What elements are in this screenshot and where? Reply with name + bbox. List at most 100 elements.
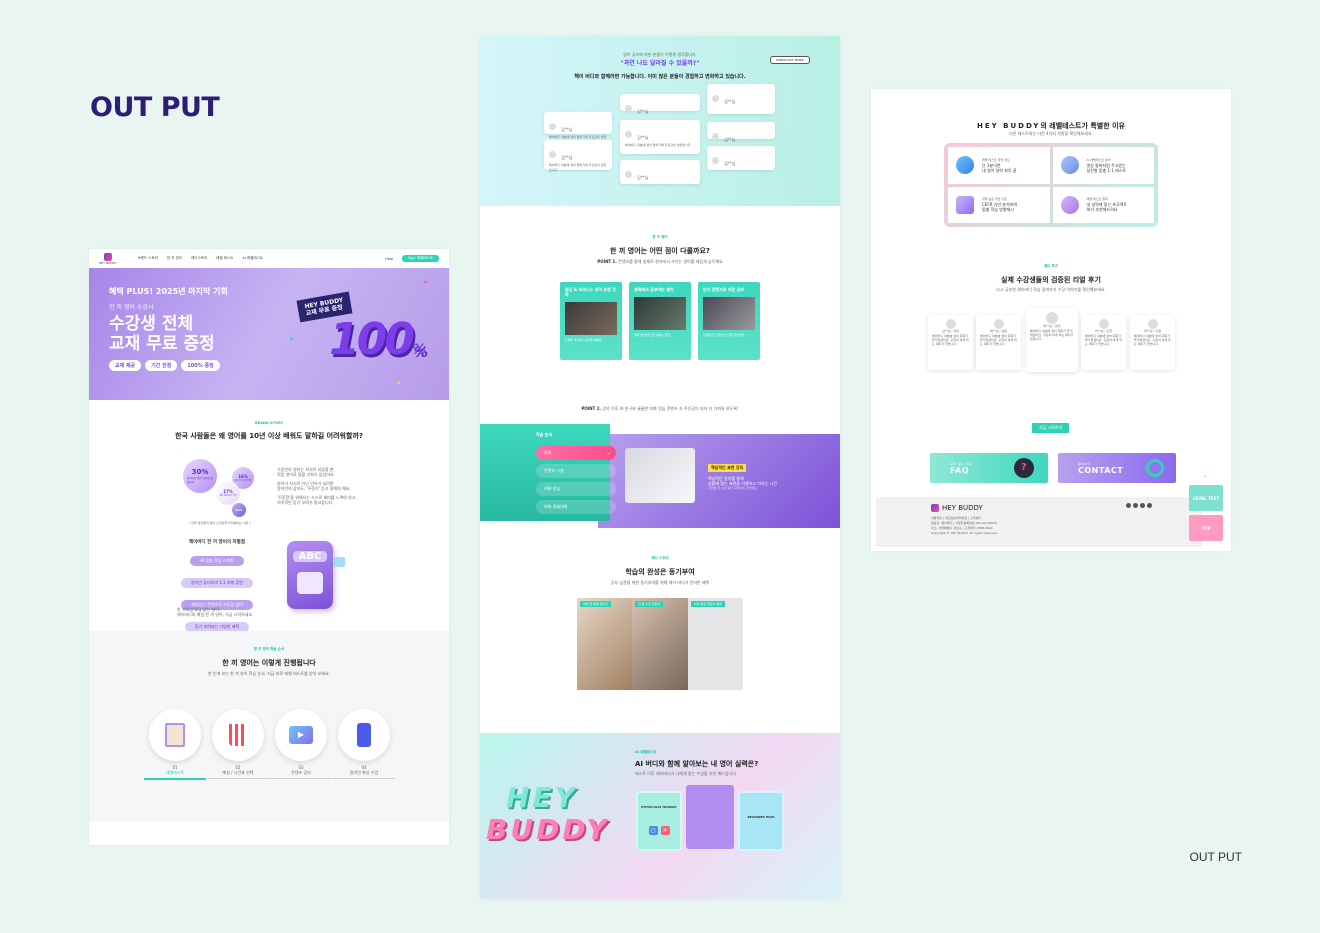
ai-card-2[interactable] (686, 785, 734, 849)
diff-label: 한 끼 영어 (652, 235, 668, 239)
logo-icon (103, 252, 112, 261)
menu-ai-practice[interactable]: AI와 연습 (536, 482, 616, 496)
step-3-circle[interactable]: ▶ (275, 709, 327, 761)
point2-text: POINT 2. 강의 이후 AI 친구와 꿀꿀한 대화 연습 콘텐츠 속 주인… (480, 406, 840, 411)
review-sub: 헤이 버디와 함께라면 가능합니다. 이미 많은 분들이 경험하고 변화하고 있… (574, 74, 746, 80)
review-card[interactable]: 김**님 (620, 94, 700, 114)
hero-line2: 한 끼 영어 수강시 (109, 304, 154, 311)
nav-bar: HEY BUDDY 브랜드 스토리 한 끼 영어 레디스토리 레벨 테스트 AI… (89, 249, 449, 268)
start-now-button[interactable]: 지금 시작하기 (1032, 423, 1070, 433)
step-4-label: 04 원어민 화상 수업 (333, 765, 395, 779)
menu-ai-talk[interactable]: AI와 꿀꿀대화 (536, 500, 616, 514)
chip-limited: 기간 한정 (145, 360, 178, 371)
review-card[interactable]: 김**님 (707, 146, 775, 170)
order-menu-list: 강의 → 콘텐츠 시청 AI와 연습 AI와 꿀꿀대화 (536, 442, 616, 518)
review-card[interactable]: 김**님 / 강남 헤이버디 덕분에 영어 회화가 즐거워졌어요. 꾸준히 하게 … (928, 315, 973, 370)
step-3-text: 콘텐츠 강의 (291, 770, 311, 775)
review-card-featured[interactable]: 박**님 / 강서 헤이버디 덕분에 영어 회화가 즐거워졌어요. 꾸준히 하게 … (1026, 308, 1078, 372)
content-card-1-text: 드라마 속 영어 표현을 배워요 (565, 338, 602, 342)
nav-item-meal[interactable]: 한 끼 영어 (167, 256, 182, 261)
content-card-3[interactable]: 인기 콘텐츠로 쉬운 공부 트렌디한 콘텐츠로 쉽게 학습해요 (698, 282, 760, 360)
menu-lecture[interactable]: 강의 → (536, 446, 616, 460)
step-2-circle[interactable] (212, 709, 264, 761)
sparkle-icon-3: ✦ (395, 380, 401, 387)
social-youtube-icon[interactable] (1133, 503, 1138, 508)
faq-button[interactable]: 자주 묻는 질문 FAQ ? (930, 453, 1048, 483)
smartphone-icon (357, 723, 371, 747)
diff-title: 헤이버디 한 끼 영어의 차별점 (189, 540, 245, 545)
review-card[interactable]: 박**님 / 강동 헤이버디 덕분에 영어 회화가 즐거워졌어요. 꾸준히 하게 … (976, 315, 1021, 370)
review-card[interactable]: 김**님헤이버디 덕분에 영어 말하기에 자신감이 생겼습니다. (544, 112, 612, 144)
step-4-circle[interactable] (338, 709, 390, 761)
hero-banner: 혜택 PLUS! 2025년 마지막 기회 한 끼 영어 수강시 수강생 전체 … (89, 268, 449, 400)
avatar (1147, 319, 1158, 329)
chevron-down-icon: ⌄ (1203, 473, 1208, 479)
cross-x-icon[interactable]: × (660, 826, 670, 835)
nav-cta-button[interactable]: Sign 레벨테스트 (402, 255, 439, 262)
review-card[interactable]: 이**님 / 인천 헤이버디 덕분에 영어 회화가 즐거워졌어요. 꾸준히 하게 … (1081, 315, 1126, 370)
brand-story-section: BRAND STORY 한국 사람들은 왜 영어를 10년 이상 배워도 말하길… (89, 400, 449, 441)
ai-card-3-text: BEGINNER HIGH (747, 815, 775, 819)
contact-button[interactable]: 문의하기 CONTACT (1058, 453, 1176, 483)
step-1-label: 01 레벨테스트 (144, 765, 206, 780)
feature-2-t3: 실전형 맞춤 1:1 테스트 (1086, 167, 1127, 173)
ai-card-1[interactable]: PHYSICALLY HUNGRY ○ × (636, 791, 682, 851)
p3-title: HEY BUDDY의 레벨테스트가 특별한 이유 (871, 121, 1231, 131)
nav-item-level[interactable]: 레벨 테스트 (216, 256, 233, 261)
nav-help[interactable]: Help (385, 257, 393, 261)
user-icon (297, 572, 323, 594)
step-1-circle[interactable] (149, 709, 201, 761)
review-card[interactable]: 김**님 (707, 84, 775, 114)
avatar (625, 131, 632, 138)
review-header: 레디 후기 실제 수강생들의 검증된 리얼 후기 다시 공부한 헤이버디 학습 … (871, 264, 1231, 292)
faq-label: FAQ (950, 465, 970, 475)
menu-content[interactable]: 콘텐츠 시청 (536, 464, 616, 478)
review-card[interactable]: 김**님 (620, 160, 700, 184)
motive-tag-2: 한 달 수강 챌린지 (635, 601, 664, 607)
avatar (712, 157, 719, 164)
ai-card-3[interactable]: BEGINNER HIGH (738, 791, 784, 851)
review-card[interactable]: 김**님헤이버디 덕분에 영어 말하기에 자신감이 생겼습니다. (620, 120, 700, 154)
music-note-icon (1060, 195, 1079, 214)
stat-circle-3: 17% 재미 없음 동기 부족 (216, 481, 240, 505)
avatar (625, 105, 632, 112)
ai-level-section: AI 레벨테스트 AI 버디와 함께 알아보는 내 영어 실력은? 테스트 이후… (480, 733, 840, 899)
brand-logo[interactable]: HEY BUDDY (99, 252, 116, 265)
content-card-3-title: 인기 콘텐츠로 쉬운 공부 (703, 287, 744, 292)
hero-hundred: 100% (329, 314, 426, 365)
point1-key: POINT 1. (597, 259, 617, 264)
nav-item-ready[interactable]: 레디스토리 (191, 256, 207, 261)
level-test-floating-button[interactable]: LEVEL TEST (1189, 485, 1223, 511)
review-card[interactable]: 김**님헤이버디 덕분에 영어 말하기에 자신감이 생겼습니다. (544, 140, 612, 172)
nav-item-story[interactable]: 브랜드 스토리 (137, 256, 157, 261)
review-card[interactable]: 김**님 (707, 122, 775, 142)
review-card[interactable]: 최**님 / 수원 헤이버디 덕분에 영어 회화가 즐거워졌어요. 꾸준히 하게 … (1130, 315, 1175, 370)
feature-4: 레벨 테스트 결과 내 실력에 맞는 프로젝트 AI가 추천해드려요 (1052, 186, 1154, 223)
social-facebook-icon[interactable] (1147, 503, 1152, 508)
step-1-underline (144, 778, 206, 780)
check-more-button[interactable]: CHECK OUT MORE (770, 56, 810, 64)
content-card-2-title: 영화에서 공부하는 영어 (634, 287, 674, 292)
feature-3: 국제 표준 학습 기준 CEFR 기반 분석하여 맞춤 학습 방향제시 (948, 186, 1050, 223)
top-label: TOP (1201, 525, 1211, 531)
social-blog-icon[interactable] (1140, 503, 1145, 508)
content-card-3-image (703, 297, 755, 330)
content-card-2[interactable]: 영화에서 공부하는 영어 영화 명장면으로 익히는 표현 (629, 282, 691, 360)
review-label: 레디 후기 (1043, 264, 1059, 268)
social-instagram-icon[interactable] (1126, 503, 1131, 508)
process-label: 한 끼 영어 학습 순서 (253, 647, 285, 651)
nav-item-ai[interactable]: AI 레벨테스트 (242, 256, 263, 261)
difference-section: 헤이버디 한 끼 영어의 차별점 AI 맞춤 학습 스피킹 원어민 튜터와의 1… (89, 527, 449, 632)
content-card-1-title: 일상 & 비즈니스 영어 표현 정복 (565, 287, 616, 297)
reviewer-name: 김**님 (724, 99, 736, 104)
step-4-text: 원어민 화상 수업 (349, 770, 379, 775)
stat-circle-1: 30% 영어학습 방법 지속이 실패하여 (183, 459, 217, 493)
top-floating-button[interactable]: TOP (1189, 515, 1223, 541)
circle-o-icon[interactable]: ○ (648, 826, 658, 835)
ai-label: AI 레벨테스트 (635, 750, 657, 754)
story-label: BRAND STORY (254, 421, 284, 425)
photo-woman-laptop (577, 598, 632, 690)
content-card-1[interactable]: 일상 & 비즈니스 영어 표현 정복드라마 속 영어 표현을 배워요 (560, 282, 622, 360)
diff-desc: 한 끼처럼 부담 없는 영어, 헤이버디와 매일 한 끼 영어, 지금 시작하세… (177, 607, 252, 617)
feature-2: AI 레벨테스트 분석 영상 통화처럼 주고받는 실전형 맞춤 1:1 테스트 (1052, 147, 1154, 184)
